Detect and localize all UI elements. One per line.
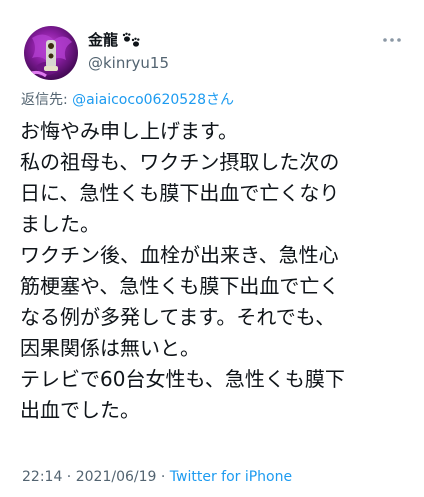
meta-separator: ·	[62, 469, 76, 485]
paw-prints-icon	[122, 32, 140, 47]
tweet-line: 因果関係は無いと。	[20, 336, 200, 360]
tweet-line: お悔やみ申し上げます。	[20, 119, 238, 143]
more-options-icon[interactable]	[380, 34, 404, 46]
replying-to-label: 返信先:	[21, 92, 73, 108]
tweet-line: ました。	[20, 212, 100, 236]
tweet-line: 日に、急性くも膜下出血で亡くなり	[20, 181, 340, 205]
meta-separator: ·	[156, 469, 170, 485]
author-name-row[interactable]: 金龍	[88, 30, 143, 50]
tweet-meta: 22:14 · 2021/06/19 · Twitter for iPhone	[22, 468, 292, 486]
tweet-line: 出血でした。	[20, 398, 140, 422]
tweet-line: なる例が多発してます。それでも、	[20, 305, 336, 329]
tweet-time[interactable]: 22:14	[22, 469, 62, 485]
tweet-line: 私の祖母も、ワクチン摂取した次の	[20, 150, 340, 174]
tweet-text: お悔やみ申し上げます。 私の祖母も、ワクチン摂取した次の 日に、急性くも膜下出血…	[20, 116, 410, 426]
avatar-image	[28, 34, 72, 78]
tweet-source[interactable]: Twitter for iPhone	[170, 469, 292, 485]
tweet-line: テレビで60台女性も、急性くも膜下	[20, 367, 345, 391]
replying-to: 返信先: @aiaicoco0620528さん	[21, 91, 234, 109]
tweet-date[interactable]: 2021/06/19	[76, 469, 157, 485]
display-name[interactable]: 金龍	[88, 30, 118, 50]
avatar[interactable]	[24, 26, 78, 80]
replying-to-mention[interactable]: @aiaicoco0620528さん	[72, 92, 234, 108]
author-handle[interactable]: @kinryu15	[88, 53, 169, 73]
tweet-line: 筋梗塞や、急性くも膜下出血で亡く	[20, 274, 340, 298]
tweet-line: ワクチン後、血栓が出来き、急性心	[20, 243, 339, 267]
